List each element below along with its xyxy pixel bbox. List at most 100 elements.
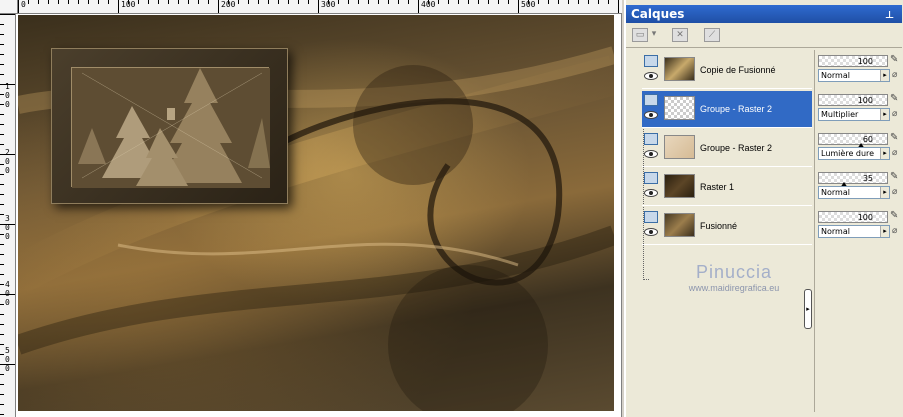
eye-icon[interactable] xyxy=(644,72,658,80)
blend-mode-select[interactable]: Lumière dure ▸ xyxy=(818,147,890,160)
opacity-slider[interactable]: 100 xyxy=(818,55,888,67)
ruler-tick xyxy=(488,0,489,4)
blend-mode-value: Multiplier xyxy=(821,110,859,119)
dropdown-arrow-icon[interactable]: ▸ xyxy=(880,148,889,159)
eye-icon[interactable] xyxy=(644,189,658,197)
lock-icon[interactable]: ⌀ xyxy=(892,70,901,81)
eye-icon[interactable] xyxy=(644,150,658,158)
layer-type-icon[interactable] xyxy=(644,94,658,106)
ruler-horizontal: 0 100 200 300 400 500 xyxy=(18,0,622,14)
edit-icon[interactable]: ✎ xyxy=(890,210,902,223)
ruler-tick xyxy=(348,0,349,4)
ruler-tick xyxy=(618,0,619,13)
ruler-tick xyxy=(0,414,4,415)
ruler-tick xyxy=(28,0,29,4)
eye-icon[interactable] xyxy=(644,111,658,119)
opacity-slider[interactable]: 100 xyxy=(818,94,888,106)
blend-mode-select[interactable]: Normal ▸ xyxy=(818,225,890,238)
palette-title-bar[interactable]: Calques ⊥ xyxy=(626,5,902,23)
ruler-tick xyxy=(0,174,4,175)
delete-layer-icon[interactable]: ✕ xyxy=(672,28,688,42)
eye-icon[interactable] xyxy=(644,228,658,236)
layer-row[interactable]: Copie de Fusionné xyxy=(642,52,812,89)
image-canvas-window: 0 100 200 300 400 500 1 0 0 2 0 0 3 0 0 4 0 0 5 0… xyxy=(0,0,622,417)
ruler-label: 100 xyxy=(121,0,136,9)
ruler-tick xyxy=(608,0,609,4)
blend-mode-value: Normal xyxy=(821,71,850,80)
blend-mode-value: Normal xyxy=(821,188,850,197)
ruler-tick xyxy=(558,0,559,4)
new-layer-dropdown-icon[interactable]: ▾ xyxy=(650,28,658,42)
pin-icon[interactable]: ⊥ xyxy=(885,7,894,25)
ruler-label: 3 0 0 xyxy=(5,214,10,241)
lock-icon[interactable]: ⌀ xyxy=(892,226,901,237)
ruler-tick xyxy=(0,44,4,45)
layer-row[interactable]: Groupe - Raster 2 xyxy=(642,130,812,167)
framed-picture xyxy=(51,48,288,204)
layer-name: Groupe - Raster 2 xyxy=(700,143,773,153)
ruler-corner xyxy=(0,0,18,14)
opacity-slider[interactable]: 35 xyxy=(818,172,888,188)
mask-icon[interactable]: ⟋ xyxy=(704,28,720,42)
opacity-slider[interactable]: 100 xyxy=(818,211,888,223)
ruler-tick xyxy=(0,194,4,195)
lock-icon[interactable]: ⌀ xyxy=(892,187,901,198)
blend-mode-select[interactable]: Multiplier ▸ xyxy=(818,108,890,121)
ruler-tick xyxy=(38,0,39,4)
dropdown-arrow-icon[interactable]: ▸ xyxy=(880,109,889,120)
lock-icon[interactable]: ⌀ xyxy=(892,148,901,159)
ruler-tick xyxy=(388,0,389,4)
dropdown-arrow-icon[interactable]: ▸ xyxy=(880,226,889,237)
picture-inner xyxy=(71,67,270,188)
lock-icon[interactable]: ⌀ xyxy=(892,109,901,120)
edit-icon[interactable]: ✎ xyxy=(890,93,902,106)
dropdown-arrow-icon[interactable]: ▸ xyxy=(880,70,889,81)
ruler-tick xyxy=(178,0,179,4)
ruler-tick xyxy=(0,14,15,15)
layer-properties: 100 ✎ Normal ▸ ⌀ xyxy=(817,52,903,89)
ruler-tick xyxy=(578,0,579,4)
layer-type-icon[interactable] xyxy=(644,133,658,145)
new-layer-icon[interactable]: ▭ xyxy=(632,28,648,42)
ruler-tick xyxy=(548,0,549,4)
layer-type-icon[interactable] xyxy=(644,172,658,184)
ruler-tick xyxy=(268,0,269,4)
opacity-slider[interactable]: 60 xyxy=(818,133,888,149)
ruler-tick xyxy=(0,394,4,395)
ruler-tick xyxy=(0,134,4,135)
edit-icon[interactable]: ✎ xyxy=(890,132,902,145)
ruler-tick xyxy=(188,0,189,4)
ruler-tick xyxy=(0,64,4,65)
layer-type-icon[interactable] xyxy=(644,211,658,223)
blend-mode-select[interactable]: Normal ▸ xyxy=(818,69,890,82)
collapse-handle[interactable]: ▸ xyxy=(804,289,812,329)
ruler-tick xyxy=(198,0,199,4)
ruler-label: 2 0 0 xyxy=(5,148,10,175)
blend-mode-value: Normal xyxy=(821,227,850,236)
ruler-label: 4 0 0 xyxy=(5,280,10,307)
ruler-tick xyxy=(0,264,4,265)
ruler-tick xyxy=(298,0,299,4)
layers-toolbar: ▭ ▾ ✕ ⟋ xyxy=(626,24,902,48)
opacity-value: 100 xyxy=(857,57,873,66)
ruler-tick xyxy=(0,164,4,165)
edit-icon[interactable]: ✎ xyxy=(890,171,902,184)
layer-row[interactable]: Fusionné xyxy=(642,208,812,245)
ruler-tick xyxy=(288,0,289,4)
ruler-tick xyxy=(588,0,589,4)
ruler-tick xyxy=(118,0,119,13)
artwork-canvas[interactable] xyxy=(18,15,614,411)
layer-type-icon[interactable] xyxy=(644,55,658,67)
ruler-tick xyxy=(438,0,439,4)
edit-icon[interactable]: ✎ xyxy=(890,54,902,67)
blend-mode-select[interactable]: Normal ▸ xyxy=(818,186,890,199)
ruler-tick xyxy=(0,144,4,145)
ruler-tick xyxy=(0,314,4,315)
layer-row[interactable]: Groupe - Raster 2 xyxy=(642,91,812,128)
dropdown-arrow-icon[interactable]: ▸ xyxy=(880,187,889,198)
ruler-tick xyxy=(0,94,4,95)
layer-row[interactable]: Raster 1 xyxy=(642,169,812,206)
ruler-vertical: 1 0 0 2 0 0 3 0 0 4 0 0 5 0 0 xyxy=(0,14,16,417)
layer-properties: 60 ✎ Lumière dure ▸ ⌀ xyxy=(817,130,903,167)
ruler-tick xyxy=(0,214,4,215)
